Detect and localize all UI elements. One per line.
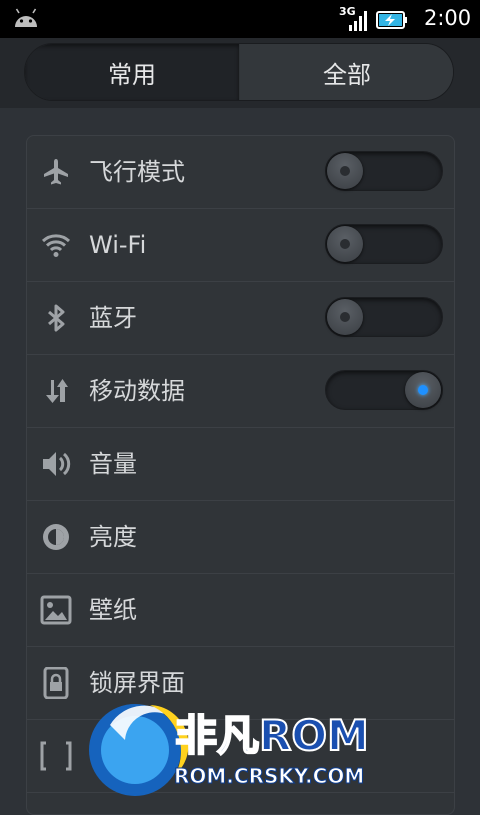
wifi-toggle[interactable] bbox=[325, 224, 443, 264]
setting-volume[interactable]: 音量 bbox=[27, 428, 454, 501]
bluetooth-icon bbox=[48, 304, 65, 332]
svg-text:非凡ROM: 非凡ROM bbox=[175, 711, 369, 760]
setting-label: 亮度 bbox=[89, 523, 137, 551]
screenshot-icon bbox=[40, 741, 72, 771]
setting-label: Wi-Fi bbox=[89, 231, 147, 259]
toggle-indicator bbox=[340, 312, 350, 322]
toggle-knob bbox=[405, 372, 441, 408]
setting-label: 移动数据 bbox=[89, 377, 185, 405]
airplane-mode-toggle[interactable] bbox=[325, 151, 443, 191]
watermark-logo: 非凡ROM ROM.CRSKY.COM bbox=[89, 704, 370, 796]
setting-label: 飞行模式 bbox=[89, 158, 185, 186]
tab-common[interactable]: 常用 bbox=[25, 44, 239, 100]
tab-all[interactable]: 全部 bbox=[240, 44, 453, 100]
setting-label: 壁纸 bbox=[89, 596, 137, 624]
setting-wallpaper[interactable]: 壁纸 bbox=[27, 574, 454, 647]
status-bar: 3G 2:00 bbox=[0, 0, 480, 38]
lock-screen-icon bbox=[43, 667, 69, 699]
toggle-indicator bbox=[418, 385, 428, 395]
airplane-icon bbox=[44, 159, 68, 185]
toggle-knob bbox=[327, 299, 363, 335]
toggle-knob bbox=[327, 226, 363, 262]
wifi-icon bbox=[41, 234, 71, 257]
signal-icon bbox=[349, 11, 367, 31]
setting-label: 音量 bbox=[89, 450, 137, 478]
toggle-indicator bbox=[340, 239, 350, 249]
setting-wifi[interactable]: Wi-Fi bbox=[27, 209, 454, 282]
wallpaper-icon bbox=[40, 595, 72, 625]
setting-label: 蓝牙 bbox=[89, 304, 137, 332]
tab-bar: 常用 全部 bbox=[24, 43, 454, 101]
battery-charging-icon bbox=[376, 11, 407, 29]
setting-mobile-data[interactable]: 移动数据 bbox=[27, 355, 454, 428]
tab-header: 常用 全部 bbox=[0, 38, 480, 108]
setting-airplane-mode[interactable]: 飞行模式 bbox=[27, 136, 454, 209]
mobile-data-icon bbox=[46, 379, 68, 403]
svg-text:ROM.CRSKY.COM: ROM.CRSKY.COM bbox=[174, 764, 364, 788]
clock: 2:00 bbox=[424, 6, 472, 30]
setting-bluetooth[interactable]: 蓝牙 bbox=[27, 282, 454, 355]
bluetooth-toggle[interactable] bbox=[325, 297, 443, 337]
toggle-indicator bbox=[340, 166, 350, 176]
setting-brightness[interactable]: 亮度 bbox=[27, 501, 454, 574]
volume-icon bbox=[43, 452, 71, 476]
android-notification-icon bbox=[15, 8, 37, 27]
brightness-icon bbox=[43, 524, 69, 550]
mobile-data-toggle[interactable] bbox=[325, 370, 443, 410]
toggle-knob bbox=[327, 153, 363, 189]
